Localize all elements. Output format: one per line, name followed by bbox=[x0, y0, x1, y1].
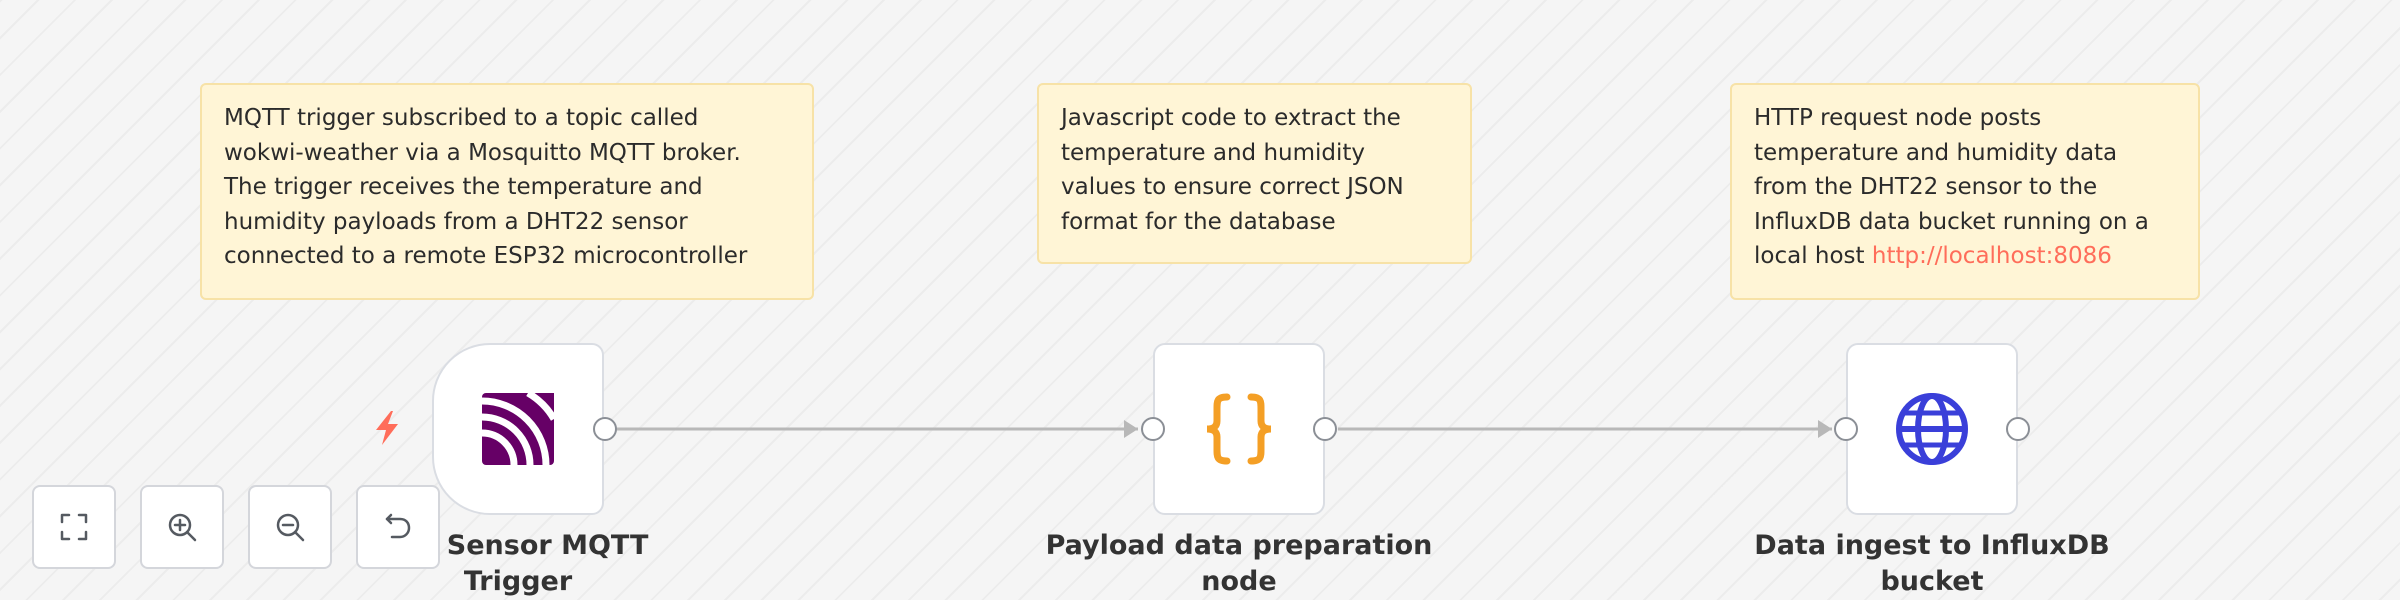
zoom-in-button[interactable] bbox=[140, 485, 224, 569]
sticky-note-line: temperature and humidity data bbox=[1754, 139, 2118, 166]
sticky-note-line: humidity payloads from a DHT22 sensor bbox=[224, 208, 688, 235]
sticky-note-line: from the DHT22 sensor to the bbox=[1754, 174, 2098, 200]
sticky-note-http-request[interactable]: HTTP request node posts temperature and … bbox=[1730, 83, 2200, 300]
output-handle[interactable] bbox=[593, 417, 617, 441]
fit-view-button[interactable] bbox=[32, 485, 116, 569]
sticky-note-line: MQTT trigger subscribed to a topic calle… bbox=[224, 105, 699, 131]
node-influxdb-ingest[interactable] bbox=[1846, 343, 2018, 515]
fullscreen-corners-icon bbox=[60, 513, 88, 541]
reset-zoom-button[interactable] bbox=[356, 485, 440, 569]
node-label-line: Payload data preparation bbox=[1045, 530, 1433, 561]
node-label-influxdb-ingest: Data ingest to InfluxDB bucket bbox=[1722, 528, 2142, 600]
sticky-note-line: wokwi-weather via a Mosquitto MQTT broke… bbox=[224, 139, 741, 166]
sticky-note-line: The trigger receives the temperature and bbox=[224, 174, 703, 200]
code-braces-icon bbox=[1201, 391, 1277, 467]
sticky-note-line: temperature and humidity bbox=[1061, 139, 1366, 166]
workflow-canvas[interactable]: MQTT trigger subscribed to a topic calle… bbox=[0, 0, 2400, 600]
sticky-note-line: values to ensure correct JSON bbox=[1061, 174, 1404, 200]
localhost-link[interactable]: http://localhost:8086 bbox=[1872, 243, 2112, 269]
sticky-note-line: local host http://localhost:8086 bbox=[1754, 239, 2176, 274]
input-handle[interactable] bbox=[1141, 417, 1165, 441]
node-label-line: bucket bbox=[1880, 566, 1984, 597]
node-mqtt-trigger[interactable] bbox=[432, 343, 604, 515]
zoom-in-icon bbox=[168, 513, 197, 542]
zoom-out-icon bbox=[276, 513, 305, 542]
input-handle[interactable] bbox=[1834, 417, 1858, 441]
node-label-line: node bbox=[1201, 566, 1277, 597]
lightning-bolt-icon bbox=[372, 410, 402, 446]
connection-arrowhead bbox=[1124, 420, 1138, 438]
node-label-line: Data ingest to InfluxDB bbox=[1754, 530, 2110, 561]
sticky-note-text: local host bbox=[1754, 243, 1872, 269]
node-payload-preparation[interactable] bbox=[1153, 343, 1325, 515]
sticky-note-mqtt[interactable]: MQTT trigger subscribed to a topic calle… bbox=[200, 83, 814, 300]
canvas-controls bbox=[32, 485, 440, 569]
output-handle[interactable] bbox=[1313, 417, 1337, 441]
undo-icon bbox=[385, 513, 411, 539]
mqtt-icon bbox=[481, 389, 558, 466]
sticky-note-line: Javascript code to extract the bbox=[1061, 105, 1401, 131]
sticky-note-line: HTTP request node posts bbox=[1754, 105, 2042, 131]
sticky-note-line: connected to a remote ESP32 microcontrol… bbox=[224, 243, 748, 269]
sticky-note-javascript[interactable]: Javascript code to extract the temperatu… bbox=[1037, 83, 1472, 264]
node-label-line: Trigger bbox=[463, 566, 573, 597]
node-label-payload-preparation: Payload data preparation node bbox=[1029, 528, 1449, 600]
sticky-note-line: InfluxDB data bucket running on a bbox=[1754, 208, 2149, 235]
sticky-note-line: format for the database bbox=[1061, 208, 1336, 235]
zoom-out-button[interactable] bbox=[248, 485, 332, 569]
globe-icon bbox=[1894, 391, 1970, 467]
connection-arrowhead bbox=[1818, 420, 1832, 438]
output-handle[interactable] bbox=[2006, 417, 2030, 441]
